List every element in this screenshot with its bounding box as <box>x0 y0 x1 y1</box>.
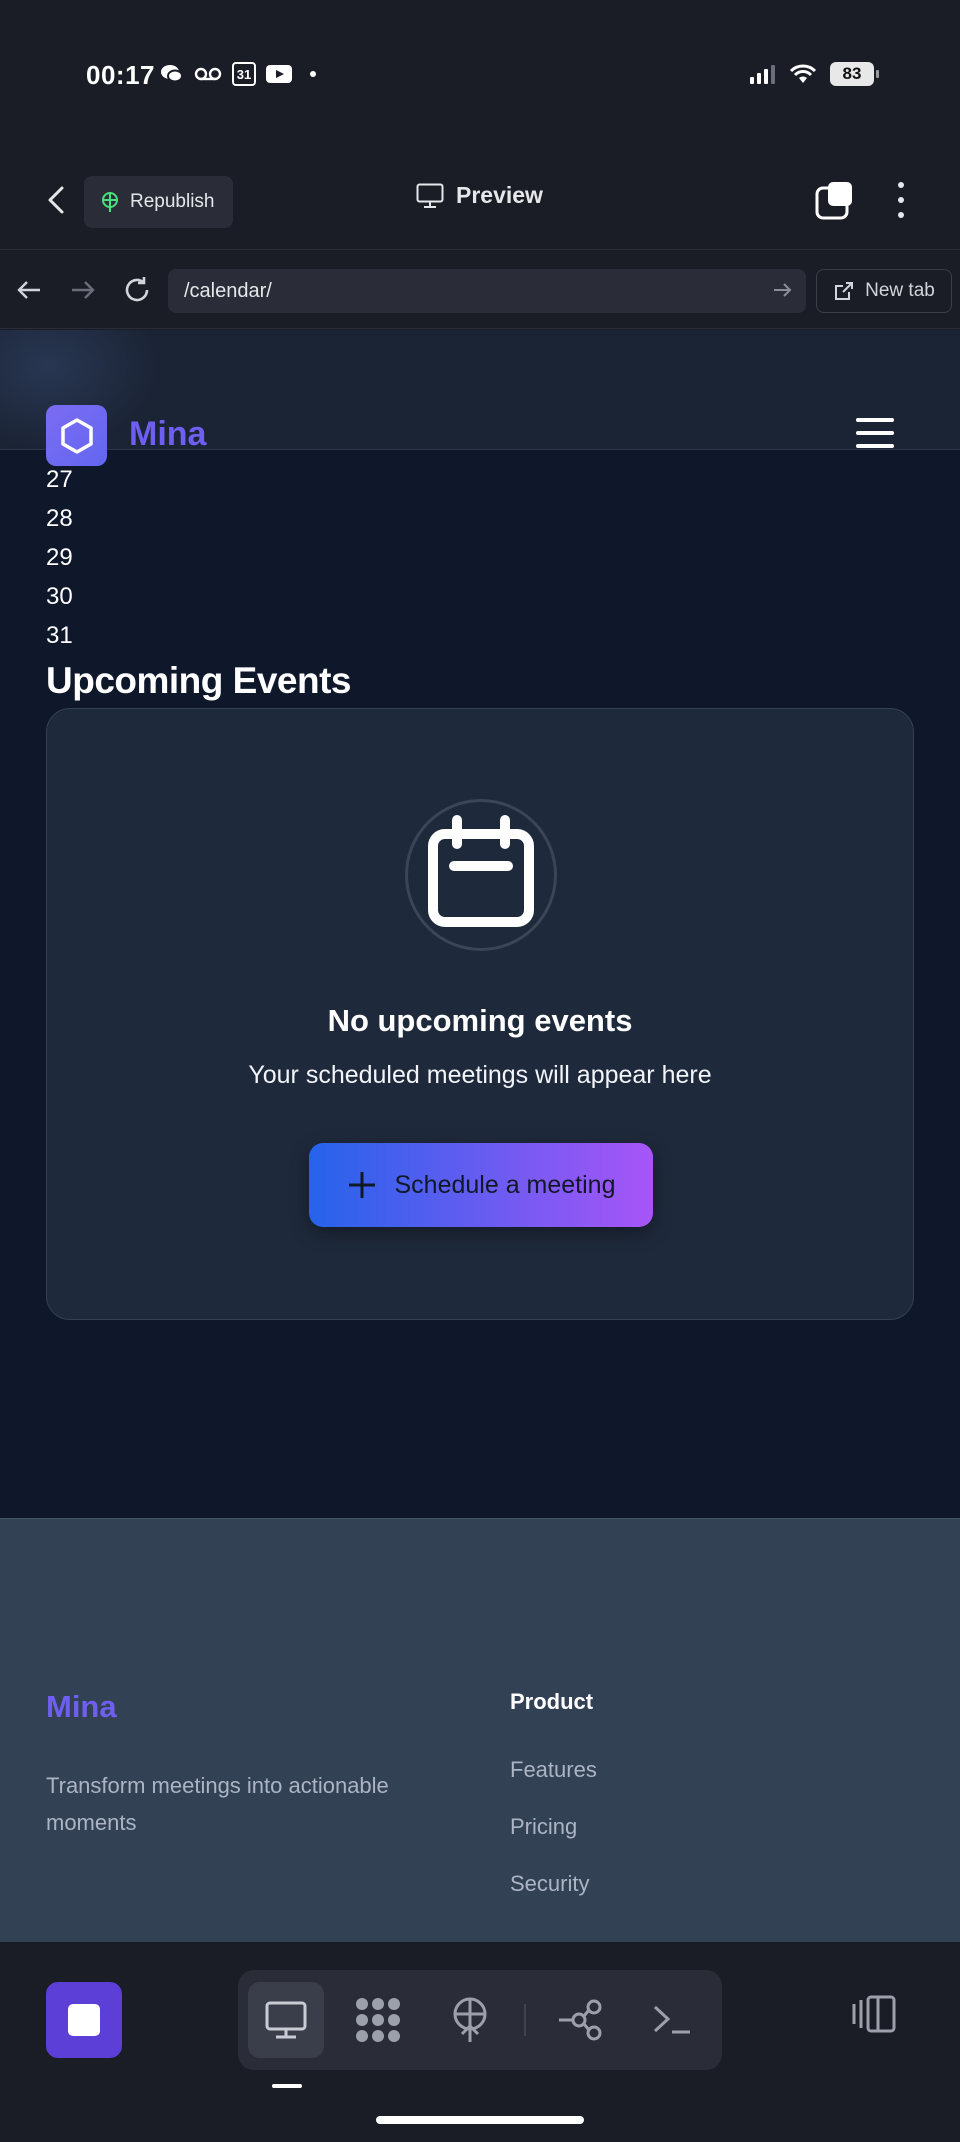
terminal-icon <box>653 2005 690 2034</box>
site-footer: Mina Transform meetings into actionable … <box>0 1518 960 1942</box>
schedule-meeting-label: Schedule a meeting <box>394 1170 616 1199</box>
preview-title: Preview <box>416 182 543 209</box>
signal-icon <box>750 64 776 84</box>
day-item[interactable]: 29 <box>46 546 246 585</box>
republish-button[interactable]: Republish <box>84 176 233 228</box>
plus-icon <box>347 1170 377 1200</box>
more-dot-icon <box>898 197 904 203</box>
apps-icon <box>356 1998 400 2042</box>
chat-bubbles-icon <box>160 63 184 85</box>
footer-link-pricing[interactable]: Pricing <box>510 1814 597 1871</box>
url-text: /calendar/ <box>184 279 272 302</box>
battery-icon: 83 <box>830 62 879 86</box>
external-link-icon <box>833 280 855 302</box>
footer-tagline: Transform meetings into actionable momen… <box>46 1773 389 1835</box>
back-button[interactable] <box>36 180 76 220</box>
git-icon <box>559 1999 602 2041</box>
day-item[interactable]: 28 <box>46 507 246 546</box>
arrow-left-icon <box>17 281 40 299</box>
day-list: 27 28 29 30 31 <box>46 468 246 663</box>
voicemail-icon <box>194 66 222 82</box>
browser-forward-button[interactable] <box>66 273 100 307</box>
side-panel-icon <box>852 1995 896 2033</box>
more-dot-icon <box>898 182 904 188</box>
panel-toggle-button[interactable] <box>850 1994 898 2042</box>
tabs-button[interactable] <box>814 180 856 222</box>
youtube-icon <box>266 64 292 84</box>
active-tab-indicator <box>272 2084 302 2088</box>
calendar-icon: 31 <box>232 62 256 86</box>
status-icons-left: 31 <box>160 62 316 86</box>
republish-label: Republish <box>130 191 215 212</box>
brand-name[interactable]: Mina <box>129 415 206 454</box>
new-tab-button[interactable]: New tab <box>816 269 952 313</box>
apps-tool-button[interactable] <box>340 1982 416 2058</box>
status-bar: 00:17 31 83 <box>0 0 960 150</box>
hexagon-logo-icon <box>60 417 93 454</box>
menu-button[interactable] <box>856 418 894 448</box>
deploy-icon <box>453 1997 487 2042</box>
arrow-right-icon <box>72 281 95 299</box>
reload-icon <box>125 277 149 302</box>
tabs-icon <box>815 182 852 220</box>
stop-icon <box>68 2004 100 2036</box>
desktop-tool-button[interactable] <box>248 1982 324 2058</box>
preview-label: Preview <box>456 182 543 208</box>
section-title: Upcoming Events <box>46 660 352 701</box>
new-tab-label: New tab <box>865 280 935 301</box>
dot-icon <box>310 71 316 77</box>
logo[interactable] <box>46 405 107 466</box>
menu-line <box>856 418 894 422</box>
status-time: 00:17 <box>86 60 155 90</box>
day-item[interactable]: 27 <box>46 468 246 507</box>
footer-brand[interactable]: Mina <box>46 1689 117 1725</box>
footer-link-features[interactable]: Features <box>510 1757 597 1814</box>
empty-icon-ring <box>405 799 557 951</box>
day-item[interactable]: 30 <box>46 585 246 624</box>
schedule-meeting-button[interactable]: Schedule a meeting <box>309 1143 653 1227</box>
monitor-icon <box>416 183 444 209</box>
deploy-icon <box>100 191 120 213</box>
webpage: Mina 27 28 29 30 31 Upcoming Events No u… <box>0 330 960 1942</box>
more-dot-icon <box>898 212 904 218</box>
empty-state-subtext: Your scheduled meetings will appear here <box>248 1061 712 1089</box>
calendar-icon <box>428 815 534 927</box>
more-options-button[interactable] <box>886 178 916 222</box>
wifi-icon <box>790 64 816 84</box>
status-icons-right: 83 <box>750 62 879 86</box>
reload-button[interactable] <box>120 273 154 307</box>
day-item[interactable]: 31 <box>46 624 246 663</box>
bottom-toolbar <box>0 1942 960 2142</box>
tool-divider <box>524 2004 526 2036</box>
empty-state-heading: No upcoming events <box>327 1003 633 1038</box>
app-bar: Republish Preview <box>0 150 960 250</box>
deploy-tool-button[interactable] <box>432 1982 508 2058</box>
go-arrow-icon[interactable] <box>772 281 792 299</box>
empty-state-card: No upcoming events Your scheduled meetin… <box>46 708 914 1320</box>
url-field[interactable]: /calendar/ <box>168 269 806 313</box>
browser-bar: /calendar/ New tab <box>0 251 960 329</box>
desktop-icon <box>265 2001 307 2039</box>
tool-group <box>238 1970 722 2070</box>
footer-product-title: Product <box>510 1689 594 1714</box>
home-indicator[interactable] <box>376 2116 584 2124</box>
git-tool-button[interactable] <box>542 1982 618 2058</box>
footer-link-security[interactable]: Security <box>510 1871 597 1928</box>
chevron-left-icon <box>48 186 64 214</box>
menu-line <box>856 431 894 435</box>
menu-line <box>856 444 894 448</box>
footer-product-links: Features Pricing Security <box>510 1757 597 1928</box>
browser-back-button[interactable] <box>12 273 46 307</box>
terminal-tool-button[interactable] <box>634 1982 710 2058</box>
stop-button[interactable] <box>46 1982 122 2058</box>
